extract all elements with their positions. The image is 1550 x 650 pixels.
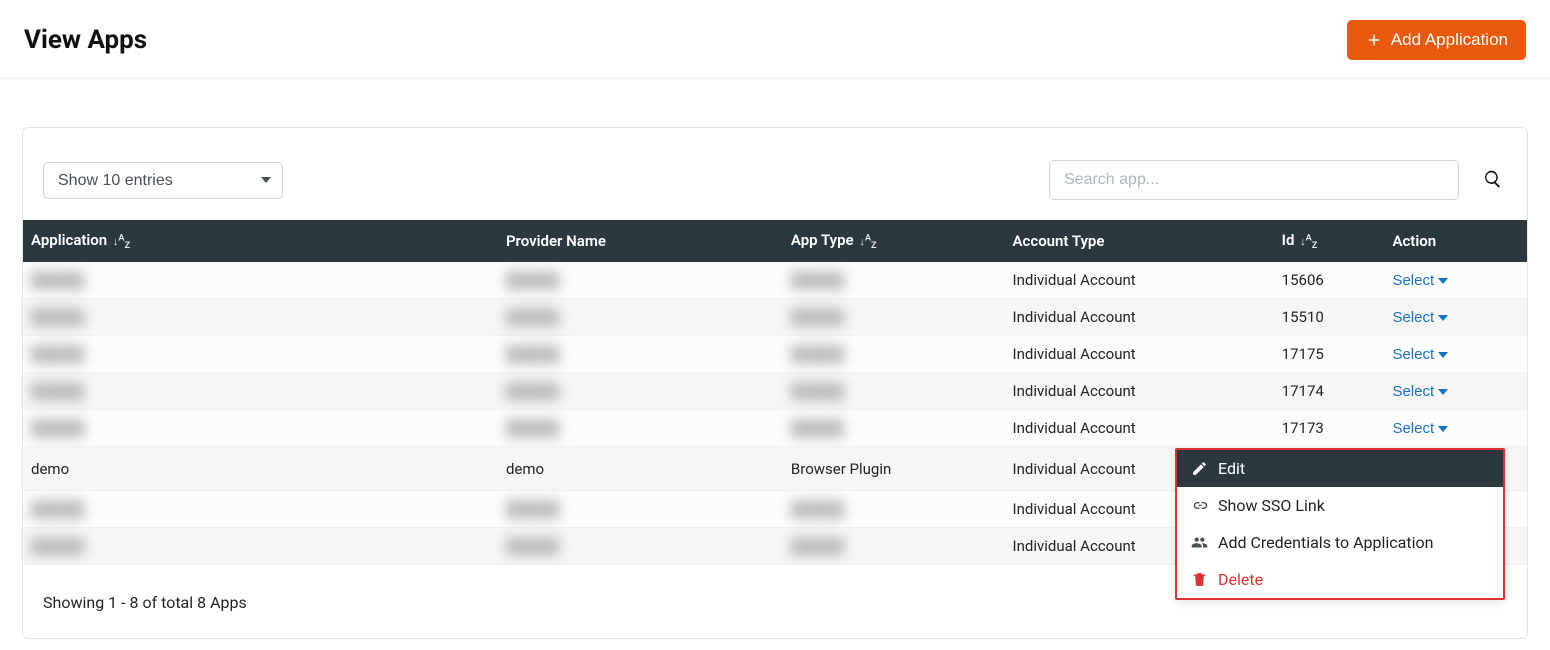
select-action-button[interactable]: Select — [1392, 272, 1448, 289]
account-type-cell: Individual Account — [1005, 262, 1274, 299]
table-cell: █████ — [23, 491, 498, 528]
action-cell: Select — [1384, 262, 1527, 299]
users-icon — [1191, 534, 1208, 551]
select-label: Select — [1392, 420, 1434, 437]
table-cell: █████ — [783, 373, 1005, 410]
select-action-button[interactable]: Select — [1392, 309, 1448, 326]
table-cell: █████ — [498, 410, 783, 447]
chevron-down-icon — [1438, 389, 1448, 395]
table-cell: demo — [23, 447, 498, 491]
table-cell: █████ — [23, 373, 498, 410]
id-cell: 15510 — [1274, 299, 1385, 336]
table-cell: █████ — [23, 528, 498, 565]
account-type-cell: Individual Account — [1005, 410, 1274, 447]
search-icon — [1483, 169, 1503, 189]
table-row: ███████████████Individual Account17175Se… — [23, 336, 1527, 373]
action-dropdown: Edit Show SSO Link Add Credentials to Ap… — [1175, 448, 1505, 600]
select-action-button[interactable]: Select — [1392, 383, 1448, 400]
table-cell: █████ — [783, 410, 1005, 447]
account-type-cell: Individual Account — [1005, 336, 1274, 373]
col-provider[interactable]: Provider Name — [498, 220, 783, 262]
table-row: ███████████████Individual Account17174Se… — [23, 373, 1527, 410]
col-id[interactable]: Id ↓AZ — [1274, 220, 1385, 262]
select-label: Select — [1392, 309, 1434, 326]
id-cell: 17173 — [1274, 410, 1385, 447]
select-label: Select — [1392, 272, 1434, 289]
table-cell: █████ — [23, 336, 498, 373]
id-cell: 17175 — [1274, 336, 1385, 373]
edit-icon — [1191, 460, 1208, 477]
sort-icon: ↓AZ — [113, 235, 130, 248]
table-cell: █████ — [498, 336, 783, 373]
table-cell: █████ — [498, 262, 783, 299]
table-cell: █████ — [783, 491, 1005, 528]
select-action-button[interactable]: Select — [1392, 420, 1448, 437]
table-cell: █████ — [23, 410, 498, 447]
page-title: View Apps — [24, 25, 147, 55]
apps-card: Show 10 entries Application ↓AZ Provider… — [22, 127, 1528, 639]
account-type-cell: Individual Account — [1005, 299, 1274, 336]
chevron-down-icon — [1438, 352, 1448, 358]
dropdown-delete[interactable]: Delete — [1177, 561, 1503, 598]
table-cell: █████ — [23, 299, 498, 336]
dropdown-add-credentials[interactable]: Add Credentials to Application — [1177, 524, 1503, 561]
table-cell: █████ — [783, 299, 1005, 336]
col-account-type[interactable]: Account Type — [1005, 220, 1274, 262]
search-input[interactable] — [1049, 160, 1459, 200]
select-label: Select — [1392, 346, 1434, 363]
chevron-down-icon — [1438, 315, 1448, 321]
id-cell: 15606 — [1274, 262, 1385, 299]
table-cell: █████ — [783, 528, 1005, 565]
id-cell: 17174 — [1274, 373, 1385, 410]
add-application-label: Add Application — [1391, 30, 1508, 50]
col-action: Action — [1384, 220, 1527, 262]
search-button[interactable] — [1479, 165, 1507, 196]
select-action-button[interactable]: Select — [1392, 346, 1448, 363]
col-app-type[interactable]: App Type ↓AZ — [783, 220, 1005, 262]
entries-select[interactable]: Show 10 entries — [43, 162, 283, 199]
action-cell: Select — [1384, 299, 1527, 336]
col-application[interactable]: Application ↓AZ — [23, 220, 498, 262]
table-cell: █████ — [23, 262, 498, 299]
table-row: ███████████████Individual Account17173Se… — [23, 410, 1527, 447]
chevron-down-icon — [1438, 426, 1448, 432]
link-icon — [1191, 497, 1208, 514]
select-label: Select — [1392, 383, 1434, 400]
sort-icon: ↓AZ — [859, 235, 876, 248]
table-cell: █████ — [498, 491, 783, 528]
table-cell: Browser Plugin — [783, 447, 1005, 491]
action-cell: Select — [1384, 373, 1527, 410]
table-cell: █████ — [783, 336, 1005, 373]
chevron-down-icon — [1438, 278, 1448, 284]
table-row: ███████████████Individual Account15606Se… — [23, 262, 1527, 299]
table-cell: █████ — [783, 262, 1005, 299]
table-cell: █████ — [498, 528, 783, 565]
action-cell: Select — [1384, 336, 1527, 373]
dropdown-edit[interactable]: Edit — [1177, 450, 1503, 487]
sort-icon: ↓AZ — [1300, 235, 1317, 248]
add-application-button[interactable]: Add Application — [1347, 20, 1526, 60]
plus-icon — [1365, 31, 1383, 49]
table-cell: █████ — [498, 299, 783, 336]
dropdown-sso-link[interactable]: Show SSO Link — [1177, 487, 1503, 524]
table-row: ███████████████Individual Account15510Se… — [23, 299, 1527, 336]
account-type-cell: Individual Account — [1005, 373, 1274, 410]
trash-icon — [1191, 571, 1208, 588]
table-cell: demo — [498, 447, 783, 491]
table-cell: █████ — [498, 373, 783, 410]
action-cell: Select — [1384, 410, 1527, 447]
